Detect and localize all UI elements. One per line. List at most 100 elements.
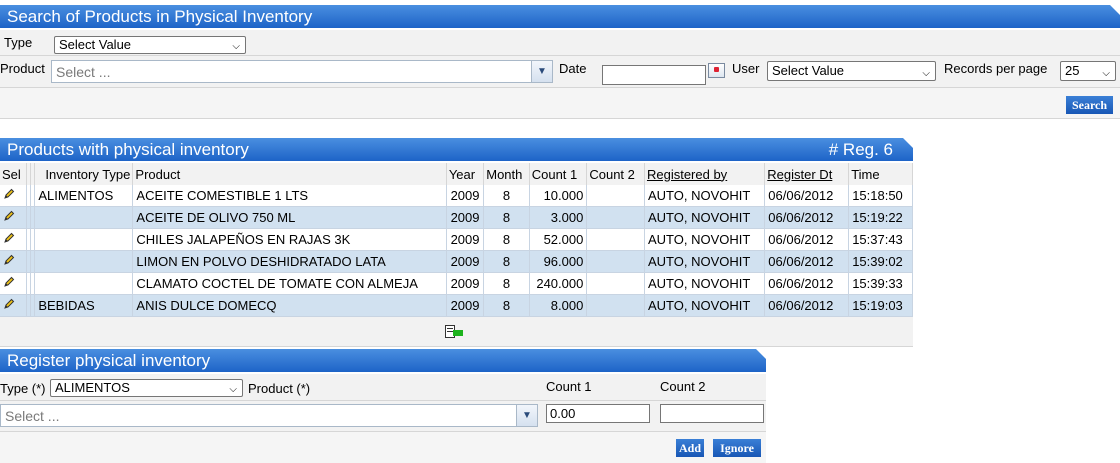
date-input[interactable] — [602, 65, 706, 85]
register-type-select[interactable]: ALIMENTOS ⌵ — [50, 379, 243, 397]
row-count2 — [586, 185, 645, 207]
type-label: Type — [4, 35, 33, 50]
row-registered-by: AUTO, NOVOHIT — [644, 294, 766, 317]
row-month: 8 — [483, 228, 530, 251]
row-registered-by: AUTO, NOVOHIT — [644, 272, 766, 295]
pencil-icon[interactable] — [3, 276, 15, 288]
search-type-row: Type Select Value ⌵ — [0, 30, 1120, 56]
table-row[interactable]: LIMON EN POLVO DESHIDRATADO LATA 2009 8 96.… — [0, 250, 913, 273]
chevron-down-icon: ⌵ — [232, 41, 240, 52]
date-label: Date — [559, 61, 587, 76]
row-time: 15:19:03 — [848, 294, 913, 317]
header-corner — [756, 349, 766, 359]
pencil-icon[interactable] — [3, 298, 15, 310]
calendar-icon[interactable] — [708, 63, 725, 78]
row-register-dt: 06/06/2012 — [764, 228, 850, 251]
row-select-cell — [0, 250, 28, 273]
search-button[interactable]: Search — [1066, 96, 1113, 114]
column-header-product[interactable]: Product — [132, 163, 447, 185]
column-header-year[interactable]: Year — [446, 163, 485, 185]
register-type-label: Type (*) — [0, 381, 46, 396]
column-header-count2[interactable]: Count 2 — [586, 163, 645, 185]
pencil-icon[interactable] — [3, 188, 15, 200]
export-icon[interactable] — [445, 323, 463, 341]
row-inventory-type — [34, 272, 134, 295]
count2-input[interactable] — [660, 404, 764, 423]
search-button-row: Search — [0, 88, 1120, 119]
column-header-time[interactable]: Time — [848, 163, 913, 185]
column-header-count1[interactable]: Count 1 — [529, 163, 588, 185]
row-select-cell — [0, 294, 28, 317]
row-time: 15:37:43 — [848, 228, 913, 251]
row-time: 15:18:50 — [848, 185, 913, 207]
row-inventory-type — [34, 228, 134, 251]
row-count1: 52.000 — [529, 228, 588, 251]
row-count1: 240.000 — [529, 272, 588, 295]
products-panel-header: Products with physical inventory # Reg. … — [0, 138, 913, 161]
pencil-icon[interactable] — [3, 232, 15, 244]
table-row[interactable]: CHILES JALAPEÑOS EN RAJAS 3K 2009 8 52.000 A… — [0, 228, 913, 251]
user-select[interactable]: Select Value ⌵ — [767, 61, 936, 81]
count2-label: Count 2 — [660, 379, 706, 394]
row-inventory-type: BEBIDAS — [34, 294, 134, 317]
table-row[interactable]: CLAMATO COCTEL DE TOMATE CON ALMEJA 2009 8… — [0, 272, 913, 295]
row-registered-by: AUTO, NOVOHIT — [644, 250, 766, 273]
row-inventory-type — [34, 206, 134, 229]
row-year: 2009 — [446, 294, 485, 317]
register-product-label: Product (*) — [248, 381, 311, 396]
register-label-row: Type (*) ALIMENTOS ⌵ Product (*) Count 1 … — [0, 374, 766, 401]
product-combobox[interactable]: Select ... ▼ — [51, 60, 553, 83]
table-header-row: Sel Inventory Type Product Year Month Co… — [0, 163, 913, 185]
table-row[interactable]: ACEITE DE OLIVO 750 ML 2009 8 3.000 AUTO, NO… — [0, 206, 913, 229]
column-header-register-dt[interactable]: Register Dt — [764, 163, 850, 185]
chevron-down-icon[interactable]: ▼ — [516, 405, 537, 426]
register-panel-title: Register physical inventory — [7, 351, 211, 370]
column-header-month[interactable]: Month — [483, 163, 530, 185]
register-panel-header: Register physical inventory — [0, 349, 766, 372]
row-year: 2009 — [446, 185, 485, 207]
chevron-down-icon: ⌵ — [1102, 68, 1110, 79]
row-registered-by: AUTO, NOVOHIT — [644, 185, 766, 207]
row-month: 8 — [483, 294, 530, 317]
pencil-icon[interactable] — [3, 254, 15, 266]
count1-label: Count 1 — [546, 379, 592, 394]
row-month: 8 — [483, 206, 530, 229]
products-table: Sel Inventory Type Product Year Month Co… — [0, 163, 913, 317]
row-product: CLAMATO COCTEL DE TOMATE CON ALMEJA — [132, 272, 447, 295]
row-month: 8 — [483, 272, 530, 295]
column-header-sel: Sel — [0, 163, 28, 185]
register-product-combobox[interactable]: Select ... ▼ — [0, 404, 538, 427]
table-row[interactable]: ALIMENTOS ACEITE COMESTIBLE 1 LTS 2009 8 10.… — [0, 185, 913, 207]
pencil-icon[interactable] — [3, 210, 15, 222]
row-register-dt: 06/06/2012 — [764, 185, 850, 207]
row-select-cell — [0, 228, 28, 251]
row-count1: 10.000 — [529, 185, 588, 207]
header-corner — [903, 138, 913, 148]
chevron-down-icon[interactable]: ▼ — [531, 61, 552, 82]
count1-input[interactable]: 0.00 — [546, 404, 650, 423]
row-register-dt: 06/06/2012 — [764, 250, 850, 273]
ignore-button[interactable]: Ignore — [713, 439, 761, 457]
products-panel-title: Products with physical inventory — [7, 140, 249, 159]
table-row[interactable]: BEBIDAS ANIS DULCE DOMECQ 2009 8 8.000 AUTO, … — [0, 294, 913, 317]
table-footer — [0, 317, 913, 347]
row-year: 2009 — [446, 250, 485, 273]
type-select[interactable]: Select Value ⌵ — [54, 36, 246, 54]
column-header-inventory-type[interactable]: Inventory Type — [34, 163, 134, 185]
row-time: 15:39:02 — [848, 250, 913, 273]
row-inventory-type — [34, 250, 134, 273]
row-register-dt: 06/06/2012 — [764, 272, 850, 295]
records-per-page-select[interactable]: 25 ⌵ — [1060, 61, 1116, 81]
register-button-row: Add Ignore — [0, 432, 766, 463]
search-panel-header: Search of Products in Physical Inventory — [0, 5, 1120, 28]
row-month: 8 — [483, 250, 530, 273]
record-count: # Reg. 6 — [828, 140, 893, 159]
column-header-registered-by[interactable]: Registered by — [644, 163, 766, 185]
row-time: 15:19:22 — [848, 206, 913, 229]
add-button[interactable]: Add — [676, 439, 704, 457]
chevron-down-icon: ⌵ — [229, 384, 237, 395]
row-registered-by: AUTO, NOVOHIT — [644, 228, 766, 251]
row-select-cell — [0, 206, 28, 229]
row-count2 — [586, 206, 645, 229]
row-product: ANIS DULCE DOMECQ — [132, 294, 447, 317]
